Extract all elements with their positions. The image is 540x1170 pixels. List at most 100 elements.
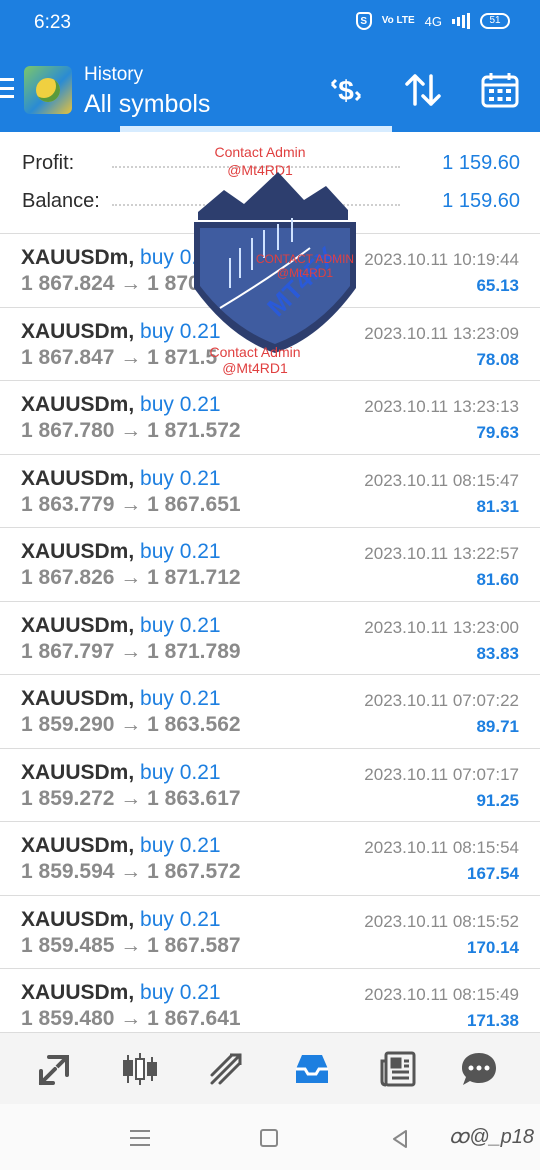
trade-row[interactable]: XAUUSDm, buy 0.21 1 867.824 → 1 870.92 2… [0,234,540,308]
quotes-icon[interactable] [33,1047,77,1091]
screenshot-credit: ꝏ@_p18 [448,1126,534,1148]
symbol-filter-title[interactable]: All symbols [84,90,210,119]
dollar-sign-icon[interactable]: $ [326,70,366,118]
trade-price-arrow: → [120,860,142,883]
signal-icon [452,13,470,29]
trade-time: 2023.10.11 08:15:52 [364,911,519,931]
chat-icon[interactable] [457,1047,501,1091]
trade-symbol: XAUUSDm, [21,760,135,784]
recent-apps-icon[interactable] [130,1130,150,1146]
svg-text:$: $ [338,75,354,106]
trade-symbol: XAUUSDm, [21,466,135,490]
trade-profit: 91.25 [476,790,519,810]
balance-row: Balance: 1 159.60 [22,184,520,220]
trade-side: buy 0.21 [140,466,221,490]
trade-time: 2023.10.11 13:23:13 [364,397,519,416]
trade-symbol: XAUUSDm, [21,540,135,563]
trade-row[interactable]: XAUUSDm, buy 0.21 1 859.594 → 1 867.572 … [0,822,540,896]
trade-row[interactable]: XAUUSDm, buy 0.21 1 859.272 → 1 863.617 … [0,748,540,822]
balance-value: 1 159.60 [436,190,520,213]
trade-symbol: XAUUSDm, [21,981,135,1004]
trade-close-price: 1 870.92 [147,272,229,295]
trade-open-price: 1 863.779 [21,492,115,516]
trade-open-price: 1 859.485 [21,933,115,957]
trade-row[interactable]: XAUUSDm, buy 0.21 1 859.485 → 1 867.587 … [0,895,540,969]
system-navigation-bar: ꝏ@_p18 [0,1104,540,1170]
trade-history-list: XAUUSDm, buy 0.21 1 867.824 → 1 870.92 2… [0,234,540,1032]
app-bar: History All symbols $ [0,48,540,132]
sort-icon[interactable] [403,70,443,115]
trade-open-price: 1 867.826 [21,566,115,589]
trade-time: 2023.10.11 10:19:44 [364,250,519,269]
news-icon[interactable] [376,1047,420,1091]
trade-side: buy 0.21 [140,613,221,637]
trade-close-price: 1 871.712 [147,566,241,589]
trade-close-price: 1 867.641 [147,1007,241,1030]
chart-candles-icon[interactable] [118,1047,162,1091]
profit-value: 1 159.60 [436,152,520,175]
trade-side: buy 0.21 [140,319,221,343]
trade-profit: 79.63 [476,423,519,442]
trade-price-arrow: → [120,1007,142,1030]
volte-icon: Vo LTE [381,15,415,26]
back-icon[interactable] [390,1129,410,1154]
trade-symbol: XAUUSDm, [21,246,135,269]
security-shield-icon: S [355,12,372,30]
trade-time: 2023.10.11 08:15:54 [364,838,519,857]
trade-symbol: XAUUSDm, [21,687,135,710]
trade-close-price: 1 871.5 [147,345,218,369]
trade-row[interactable]: XAUUSDm, buy 0.21 1 867.847 → 1 871.5 20… [0,307,540,381]
trade-close-price: 1 867.572 [147,860,241,883]
trade-close-price: 1 863.562 [147,713,241,736]
trade-symbol: XAUUSDm, [21,907,135,931]
trade-row[interactable]: XAUUSDm, buy 0.21 1 859.290 → 1 863.562 … [0,675,540,749]
trade-profit: 170.14 [467,937,519,957]
trade-row[interactable]: XAUUSDm, buy 0.21 1 863.779 → 1 867.651 … [0,454,540,528]
trade-row[interactable]: XAUUSDm, buy 0.21 1 867.826 → 1 871.712 … [0,528,540,602]
trade-time: 2023.10.11 07:07:22 [364,691,519,710]
trade-icon[interactable] [204,1047,248,1091]
status-icons: S Vo LTE 4G 51 [355,12,510,30]
trade-price-arrow: → [120,272,142,295]
trade-profit: 171.38 [467,1011,519,1030]
trade-row[interactable]: XAUUSDm, buy 0.21 1 867.780 → 1 871.572 … [0,381,540,455]
trade-price-arrow: → [120,345,142,369]
home-icon[interactable] [260,1129,278,1147]
history-icon[interactable] [290,1047,334,1091]
trade-symbol: XAUUSDm, [21,834,135,857]
account-summary: Profit: 1 159.60 Balance: 1 159.60 [0,132,540,234]
trade-profit: 81.60 [476,570,519,589]
trade-price-arrow: → [120,419,142,442]
page-subtitle: History [84,64,144,85]
calendar-icon[interactable] [480,70,520,115]
trade-price-arrow: → [120,786,142,810]
trade-symbol: XAUUSDm, [21,319,135,343]
trade-row[interactable]: XAUUSDm, buy 0.21 1 859.480 → 1 867.641 … [0,969,540,1032]
status-time: 6:23 [34,12,71,33]
trade-time: 2023.10.11 13:22:57 [364,544,519,563]
network-type-label: 4G [424,13,442,29]
trade-close-price: 1 863.617 [147,786,241,810]
trade-close-price: 1 871.572 [147,419,241,442]
trade-price-arrow: → [120,933,142,957]
trade-time: 2023.10.11 07:07:17 [364,764,519,784]
trade-time: 2023.10.11 08:15:47 [364,470,519,490]
trade-side: buy 0.21 [140,687,221,710]
profit-label: Profit: [22,152,81,175]
profit-row: Profit: 1 159.60 [22,146,520,182]
trade-profit: 81.31 [476,496,519,516]
trade-time: 2023.10.11 08:15:49 [364,985,519,1004]
trade-symbol: XAUUSDm, [21,613,135,637]
bottom-navigation [0,1032,540,1104]
trade-open-price: 1 859.594 [21,860,115,883]
trade-side: buy 0.21 [140,760,221,784]
trade-profit: 89.71 [476,717,519,736]
trade-price-arrow: → [120,492,142,516]
trade-row[interactable]: XAUUSDm, buy 0.21 1 867.797 → 1 871.789 … [0,601,540,675]
trade-side: buy 0.21 [140,907,221,931]
menu-icon[interactable] [0,78,14,98]
trade-open-price: 1 859.290 [21,713,115,736]
status-bar: 6:23 S Vo LTE 4G 51 [0,0,540,48]
battery-icon: 51 [480,13,510,29]
trade-profit: 78.08 [476,349,519,369]
